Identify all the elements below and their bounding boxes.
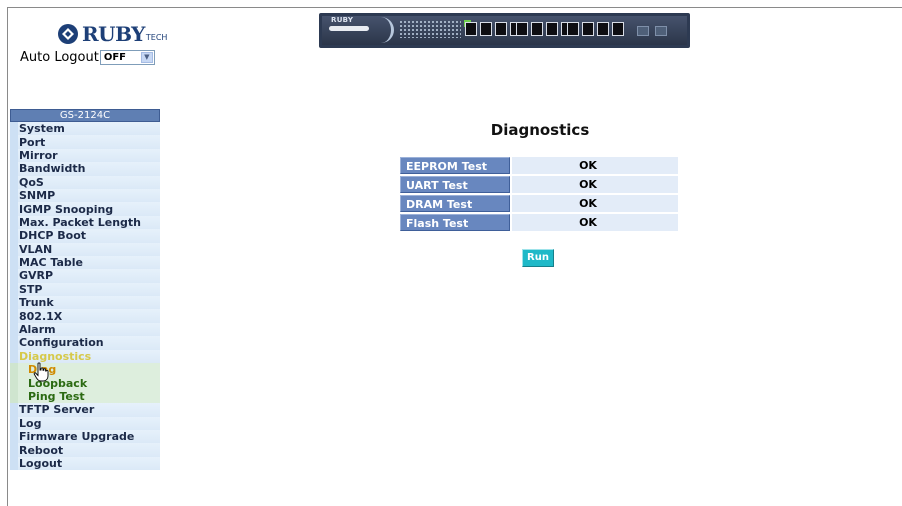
device-sfp-slots	[637, 24, 671, 38]
table-row: EEPROM Test OK	[400, 157, 678, 174]
sidebar-item-trunk[interactable]: Trunk	[10, 296, 160, 310]
test-label: Flash Test	[400, 214, 510, 231]
test-label: EEPROM Test	[400, 157, 510, 174]
table-row: Flash Test OK	[400, 214, 678, 231]
sidebar-subitem-ping-test[interactable]: Ping Test	[10, 389, 160, 404]
sidebar-item-802-1x[interactable]: 802.1X	[10, 309, 160, 323]
port-group	[516, 22, 573, 40]
sidebar-item-logout[interactable]: Logout	[10, 456, 160, 471]
test-label: UART Test	[400, 176, 510, 193]
ethernet-port-icon	[495, 22, 507, 36]
frame-left-border	[7, 7, 8, 506]
page-title: Diagnostics	[490, 121, 590, 139]
test-result: OK	[512, 214, 678, 231]
ethernet-port-icon	[531, 22, 543, 36]
sidebar-item-alarm[interactable]: Alarm	[10, 322, 160, 337]
table-row: DRAM Test OK	[400, 195, 678, 212]
sidebar-item-log[interactable]: Log	[10, 416, 160, 430]
diagnostics-table: EEPROM Test OK UART Test OK DRAM Test OK Flash…	[400, 157, 678, 233]
test-result: OK	[512, 157, 678, 174]
brand-name: RUBY	[82, 22, 145, 46]
ethernet-port-icon	[465, 22, 477, 36]
ethernet-port-icon	[612, 22, 624, 36]
ethernet-port-icon	[597, 22, 609, 36]
auto-logout-value: OFF	[103, 51, 126, 63]
brand-suffix: TECH	[145, 32, 168, 42]
device-led-grid	[399, 20, 461, 38]
brand-logo: RUBY TECH	[58, 22, 167, 46]
menu-list: System Port Mirror Bandwidth QoS SNMP IGMP Sno…	[10, 122, 160, 471]
device-brand: RUBY	[331, 16, 354, 24]
test-label: DRAM Test	[400, 195, 510, 212]
ethernet-port-icon	[546, 22, 558, 36]
sidebar-item-snmp[interactable]: SNMP	[10, 188, 160, 203]
sidebar-item-igmp-snooping[interactable]: IGMP Snooping	[10, 202, 160, 216]
port-group	[567, 22, 624, 40]
sidebar-item-reboot[interactable]: Reboot	[10, 443, 160, 457]
frame-top-border	[7, 7, 902, 8]
ethernet-port-icon	[480, 22, 492, 36]
sfp-slot	[637, 26, 649, 36]
sidebar-item-tftp-server[interactable]: TFTP Server	[10, 403, 160, 417]
port-group	[465, 22, 522, 40]
sfp-slot	[655, 26, 667, 36]
sidebar-item-stp[interactable]: STP	[10, 282, 160, 297]
sidebar-item-dhcp-boot[interactable]: DHCP Boot	[10, 229, 160, 243]
sidebar-item-port[interactable]: Port	[10, 135, 160, 149]
sidebar-item-vlan[interactable]: VLAN	[10, 242, 160, 256]
sidebar-item-configuration[interactable]: Configuration	[10, 336, 160, 350]
logo-mark-icon	[58, 24, 78, 44]
sidebar-item-mirror[interactable]: Mirror	[10, 148, 160, 163]
sidebar-menu: GS-2124C System Port Mirror Bandwidth QoS SNM…	[10, 109, 160, 471]
hand-cursor-icon	[33, 362, 49, 382]
sidebar-item-firmware-upgrade[interactable]: Firmware Upgrade	[10, 429, 160, 444]
auto-logout: Auto Logout OFF ▼	[20, 48, 155, 66]
test-result: OK	[512, 195, 678, 212]
sidebar-item-bandwidth[interactable]: Bandwidth	[10, 162, 160, 176]
device-label-strip	[329, 26, 369, 31]
auto-logout-select[interactable]: OFF ▼	[99, 49, 155, 65]
sidebar-item-max-packet-length[interactable]: Max. Packet Length	[10, 215, 160, 230]
sidebar-item-gvrp[interactable]: GVRP	[10, 269, 160, 283]
ethernet-port-icon	[582, 22, 594, 36]
device-panel-image: RUBY	[319, 13, 690, 48]
run-button[interactable]: Run	[522, 249, 554, 267]
chevron-down-icon[interactable]: ▼	[140, 51, 153, 63]
sidebar-item-system[interactable]: System	[10, 122, 160, 136]
sidebar-item-qos[interactable]: QoS	[10, 175, 160, 189]
auto-logout-label: Auto Logout	[20, 49, 99, 65]
sidebar-title: GS-2124C	[10, 109, 160, 122]
ethernet-port-icon	[516, 22, 528, 36]
table-row: UART Test OK	[400, 176, 678, 193]
test-result: OK	[512, 176, 678, 193]
sidebar-item-mac-table[interactable]: MAC Table	[10, 255, 160, 270]
ethernet-port-icon	[567, 22, 579, 36]
